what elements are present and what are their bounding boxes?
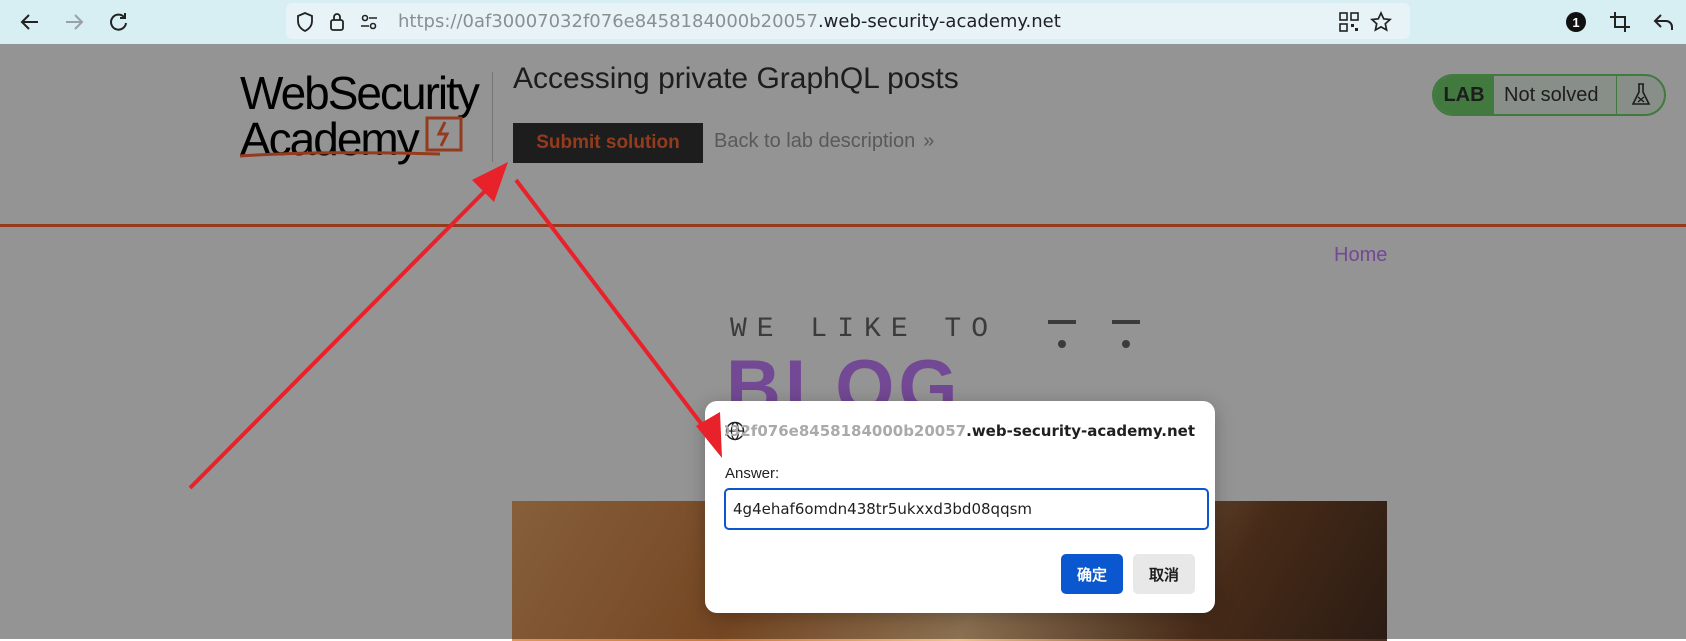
url-domain: .web-security-academy.net (817, 11, 1061, 32)
answer-label: Answer: (725, 465, 780, 482)
browser-toolbar: https://0af30007032f076e8458184000b20057… (0, 0, 1686, 44)
url-prefix: https://0af30007032f076e8458184000b20057 (398, 11, 818, 32)
dialog-origin-faded: 07032f076e8458184000b20057 (725, 422, 967, 440)
dialog-origin-domain: .web-security-academy.net (966, 422, 1195, 440)
dialog-origin: 07032f076e8458184000b20057.web-security-… (725, 419, 1195, 443)
extension-badge-count: 1 (1566, 12, 1586, 32)
reload-icon[interactable] (102, 6, 134, 38)
forward-arrow-icon[interactable] (58, 6, 90, 38)
crop-icon[interactable] (1604, 6, 1636, 38)
extension-badge-icon[interactable]: 1 (1560, 6, 1592, 38)
prompt-dialog: 07032f076e8458184000b20057.web-security-… (705, 401, 1215, 613)
back-arrow-icon[interactable] (14, 6, 46, 38)
url-text[interactable]: https://0af30007032f076e8458184000b20057… (398, 3, 1061, 39)
lock-icon[interactable] (326, 11, 348, 33)
undo-icon[interactable] (1648, 6, 1680, 38)
qr-code-icon[interactable] (1338, 11, 1360, 33)
shield-icon[interactable] (294, 11, 316, 33)
address-bar[interactable]: https://0af30007032f076e8458184000b20057… (286, 3, 1410, 39)
ok-button[interactable]: 确定 (1061, 554, 1123, 594)
bookmark-star-icon[interactable] (1370, 11, 1392, 33)
site-settings-icon[interactable] (358, 11, 380, 33)
cancel-button[interactable]: 取消 (1133, 554, 1195, 594)
answer-input[interactable] (724, 488, 1209, 530)
dialog-origin-text: 07032f076e8458184000b20057.web-security-… (725, 422, 1195, 440)
